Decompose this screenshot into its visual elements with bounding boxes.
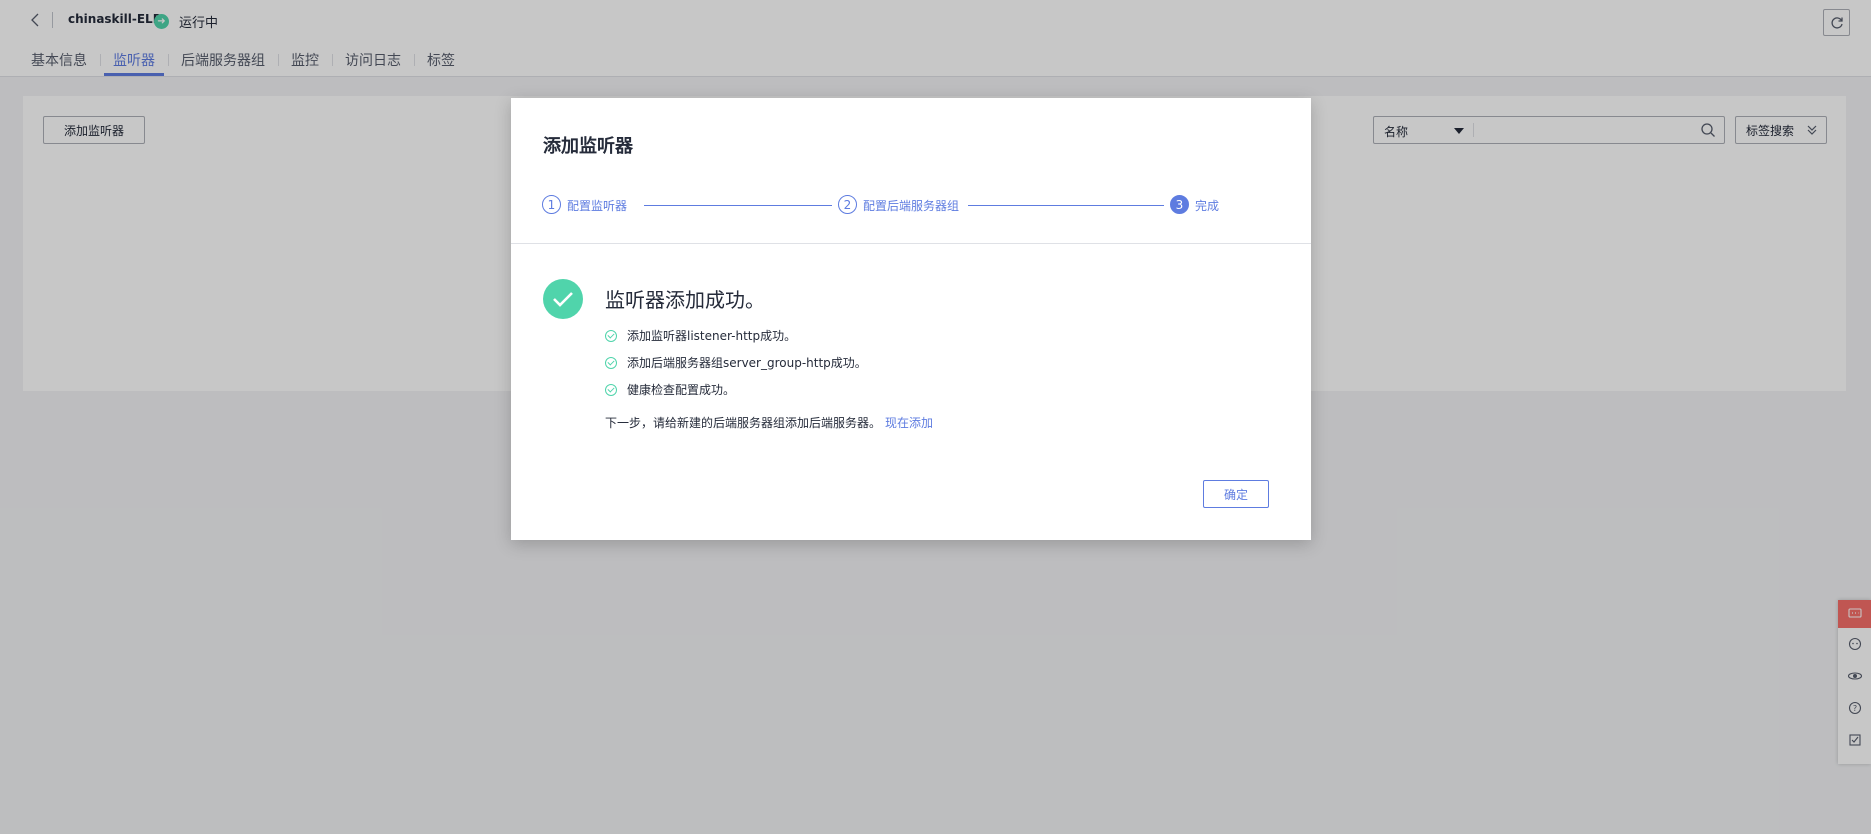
result-item: 健康检查配置成功。: [605, 381, 735, 398]
check-circle-icon: [605, 356, 617, 369]
result-item: 添加后端服务器组server_group-http成功。: [605, 354, 867, 371]
step-indicator: 1 配置监听器 2 配置后端服务器组 3 完成: [542, 195, 1282, 215]
result-text: 添加后端服务器组server_group-http成功。: [627, 356, 867, 370]
step-2-label: 配置后端服务器组: [863, 199, 960, 213]
confirm-button[interactable]: 确定: [1203, 480, 1269, 508]
result-text: 健康检查配置成功。: [627, 383, 736, 397]
step-connector: [968, 205, 1164, 206]
success-title: 监听器添加成功。: [605, 288, 765, 312]
step-3-label: 完成: [1195, 199, 1220, 213]
result-item: 添加监听器listener-http成功。: [605, 327, 796, 344]
add-listener-dialog: 添加监听器 1 配置监听器 2 配置后端服务器组 3 完成 监听器添加成功。 添…: [511, 98, 1311, 540]
dialog-title: 添加监听器: [543, 136, 633, 157]
step-1-label: 配置监听器: [567, 199, 628, 213]
check-circle-icon: [605, 383, 617, 396]
step-2-number: 2: [838, 195, 857, 214]
step-3-number: 3: [1170, 195, 1189, 214]
divider: [511, 243, 1311, 244]
add-now-link[interactable]: 现在添加: [885, 416, 933, 430]
result-text: 添加监听器listener-http成功。: [627, 329, 797, 343]
success-check-icon: [543, 279, 583, 319]
step-1-number: 1: [542, 195, 561, 214]
check-circle-icon: [605, 329, 617, 342]
next-step-text: 下一步，请给新建的后端服务器组添加后端服务器。: [605, 416, 882, 430]
step-connector: [644, 205, 832, 206]
next-step-hint: 下一步，请给新建的后端服务器组添加后端服务器。 现在添加: [605, 414, 933, 431]
